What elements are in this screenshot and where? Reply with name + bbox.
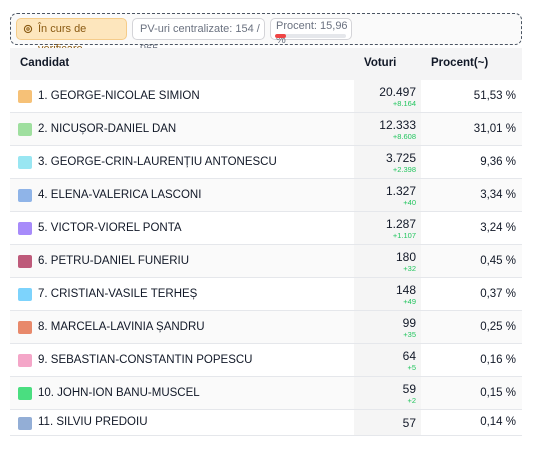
candidate-name: 8. MARCELA-LAVINIA ȘANDRU: [38, 321, 205, 333]
candidate-votes: 3.725: [385, 151, 416, 165]
candidate-percent: 0,15 %: [480, 387, 516, 399]
table-row: 11. SILVIU PREDOIU 57 0,14 %: [10, 410, 522, 436]
candidate-percent: 0,45 %: [480, 255, 516, 267]
candidate-percent: 0,25 %: [480, 321, 516, 333]
candidate-votes-delta: +8.164: [392, 99, 416, 108]
percent-badge: Procent: 15,96 %: [270, 18, 352, 46]
candidate-votes: 99: [402, 316, 416, 330]
table-body: 1. GEORGE-NICOLAE SIMION 20.497 +8.164 51,5…: [10, 80, 522, 436]
table-row: 10. JOHN-ION BANU-MUSCEL 59 +2 0,15 %: [10, 377, 522, 410]
candidate-name: 1. GEORGE-NICOLAE SIMION: [38, 90, 200, 102]
table-row: 4. ELENA-VALERICA LASCONI 1.327 +40 3,34 %: [10, 179, 522, 212]
candidate-percent: 31,01 %: [473, 123, 516, 135]
candidate-votes-delta: +2: [407, 396, 416, 405]
candidate-name: 2. NICUȘOR-DANIEL DAN: [38, 123, 177, 135]
candidate-name: 3. GEORGE-CRIN-LAURENȚIU ANTONESCU: [38, 156, 277, 168]
candidate-color-swatch: [18, 222, 32, 235]
candidate-name: 7. CRISTIAN-VASILE TERHEȘ: [38, 288, 198, 300]
header-percent[interactable]: Procent(~): [431, 57, 488, 69]
candidate-votes-delta: +32: [403, 264, 416, 273]
table-row: 9. SEBASTIAN-CONSTANTIN POPESCU 64 +5 0,16 …: [10, 344, 522, 377]
table-row: 7. CRISTIAN-VASILE TERHEȘ 148 +49 0,37 %: [10, 278, 522, 311]
candidate-color-swatch: [18, 417, 32, 430]
candidate-name: 11. SILVIU PREDOIU: [38, 416, 148, 428]
candidate-name: 4. ELENA-VALERICA LASCONI: [38, 189, 202, 201]
table-header: Candidat Voturi Procent(~): [10, 48, 522, 80]
candidate-percent: 3,34 %: [480, 189, 516, 201]
candidate-color-swatch: [18, 387, 32, 400]
candidate-percent: 0,16 %: [480, 354, 516, 366]
candidate-votes-delta: +49: [403, 297, 416, 306]
candidate-votes: 12.333: [379, 118, 416, 132]
candidate-votes-delta: +35: [403, 330, 416, 339]
candidate-votes: 59: [402, 382, 416, 396]
candidate-color-swatch: [18, 321, 32, 334]
candidate-percent: 3,24 %: [480, 222, 516, 234]
candidate-votes-delta: +40: [403, 198, 416, 207]
candidate-percent: 0,37 %: [480, 288, 516, 300]
candidate-color-swatch: [18, 288, 32, 301]
verification-status-badge: În curs de verificare: [16, 18, 127, 55]
loading-gear-icon: [23, 24, 33, 34]
candidate-votes: 1.327: [385, 184, 416, 198]
progress-bar-fill: [275, 34, 287, 38]
candidate-color-swatch: [18, 156, 32, 169]
status-bar: În curs de verificare PV-uri centralizat…: [10, 13, 522, 55]
header-candidate[interactable]: Candidat: [20, 57, 69, 69]
table-row: 1. GEORGE-NICOLAE SIMION 20.497 +8.164 51,5…: [10, 80, 522, 113]
header-votes[interactable]: Voturi: [364, 57, 396, 69]
candidate-votes-delta: +2.398: [392, 165, 416, 174]
candidate-percent: 0,14 %: [480, 416, 516, 428]
candidate-votes-delta: +8.608: [392, 132, 416, 141]
table-row: 8. MARCELA-LAVINIA ȘANDRU 99 +35 0,25 %: [10, 311, 522, 344]
candidate-color-swatch: [18, 123, 32, 136]
candidate-name: 5. VICTOR-VIOREL PONTA: [38, 222, 182, 234]
progress-bar: [275, 34, 346, 38]
candidate-percent: 9,36 %: [480, 156, 516, 168]
percent-label: Procent: 15,96 %: [276, 20, 348, 46]
table-row: 2. NICUȘOR-DANIEL DAN 12.333 +8.608 31,01 %: [10, 113, 522, 146]
table-row: 3. GEORGE-CRIN-LAURENȚIU ANTONESCU 3.725 +…: [10, 146, 522, 179]
candidate-name: 10. JOHN-ION BANU-MUSCEL: [38, 387, 200, 399]
pv-counter-badge: PV-uri centralizate: 154 / 965: [132, 18, 265, 55]
candidate-votes-delta: +5: [407, 363, 416, 372]
candidate-color-swatch: [18, 90, 32, 103]
candidate-votes: 64: [402, 349, 416, 363]
results-table: Candidat Voturi Procent(~) 1. GEORGE-NIC…: [10, 48, 522, 436]
candidate-name: 9. SEBASTIAN-CONSTANTIN POPESCU: [38, 354, 253, 366]
candidate-votes: 148: [395, 283, 416, 297]
candidate-votes: 20.497: [379, 85, 416, 99]
candidate-percent: 51,53 %: [473, 90, 516, 102]
table-row: 6. PETRU-DANIEL FUNERIU 180 +32 0,45 %: [10, 245, 522, 278]
table-row: 5. VICTOR-VIOREL PONTA 1.287 +1.107 3,24 %: [10, 212, 522, 245]
candidate-votes: 180: [395, 250, 416, 264]
candidate-votes: 57: [402, 416, 416, 430]
candidate-color-swatch: [18, 255, 32, 268]
candidate-votes-delta: +1.107: [392, 231, 416, 240]
candidate-name: 6. PETRU-DANIEL FUNERIU: [38, 255, 190, 267]
candidate-votes: 1.287: [385, 217, 416, 231]
candidate-color-swatch: [18, 189, 32, 202]
candidate-color-swatch: [18, 354, 32, 367]
